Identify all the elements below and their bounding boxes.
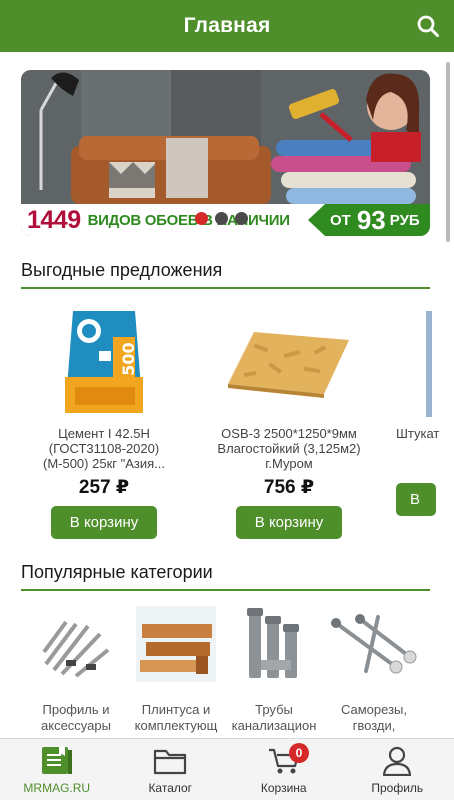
- add-to-cart-button[interactable]: В: [396, 483, 436, 516]
- offers-section-title: Выгодные предложения: [21, 260, 430, 289]
- product-image-plaster: [396, 302, 454, 422]
- bottom-navigation: MRMAG.RU Каталог 0 Корзина Профиль: [0, 738, 454, 800]
- category-name[interactable]: Трубы канализацион: [222, 702, 326, 734]
- carousel-dot-2[interactable]: [215, 212, 228, 225]
- banner-price-tag: ОТ 93 РУБ: [308, 204, 430, 236]
- carousel-dots: [195, 212, 248, 225]
- category-name[interactable]: Плинтуса и комплектующ: [124, 702, 228, 734]
- product-card[interactable]: 500 Цемент I 42.5Н (ГОСТ31108-2020) (М-5…: [29, 302, 179, 539]
- banner-image: [21, 70, 430, 204]
- offers-carousel[interactable]: 500 Цемент I 42.5Н (ГОСТ31108-2020) (М-5…: [0, 302, 454, 542]
- category-name[interactable]: Профиль и аксессуары: [24, 702, 128, 734]
- carousel-dot-1[interactable]: [195, 212, 208, 225]
- nav-label-home: MRMAG.RU: [23, 781, 91, 795]
- svg-text:500: 500: [119, 342, 138, 375]
- category-card[interactable]: Саморезы, гвозди,: [322, 600, 426, 734]
- add-to-cart-button[interactable]: В корзину: [236, 506, 342, 539]
- nav-item-profile[interactable]: Профиль: [341, 739, 454, 800]
- folder-icon: [152, 745, 188, 777]
- categories-section-title: Популярные категории: [21, 562, 430, 591]
- category-image-profiles: [24, 600, 128, 688]
- banner-price-prefix: ОТ: [330, 211, 351, 229]
- category-image-skirting: [124, 600, 228, 688]
- home-book-icon: [39, 745, 75, 777]
- categories-carousel[interactable]: Профиль и аксессуары Плинтуса и комплект…: [0, 600, 454, 738]
- product-card[interactable]: Штукат В: [396, 302, 454, 516]
- nav-item-catalog[interactable]: Каталог: [114, 739, 228, 800]
- nav-item-cart[interactable]: 0 Корзина: [227, 739, 341, 800]
- category-image-screws: [322, 600, 426, 688]
- main-scroll-area[interactable]: 1449 ВИДОВ ОБОЕВ В НАЛИЧИИ ОТ 93 РУБ Выг…: [0, 52, 454, 738]
- banner-count: 1449: [27, 205, 81, 234]
- product-name[interactable]: Штукат: [396, 426, 454, 472]
- banner-text: ВИДОВ ОБОЕВ В НАЛИЧИИ: [87, 211, 290, 229]
- product-image-cement: 500: [29, 302, 179, 422]
- product-name[interactable]: OSB-3 2500*1250*9мм Влагостойкий (3,125м…: [214, 426, 364, 472]
- product-card[interactable]: OSB-3 2500*1250*9мм Влагостойкий (3,125м…: [214, 302, 364, 539]
- product-image-osb: [214, 302, 364, 422]
- scrollbar[interactable]: [446, 62, 450, 242]
- add-to-cart-button[interactable]: В корзину: [51, 506, 157, 539]
- cart-count-badge: 0: [289, 743, 309, 763]
- category-name[interactable]: Саморезы, гвозди,: [322, 702, 426, 734]
- product-price: 257 ₽: [78, 477, 130, 498]
- nav-label-catalog: Каталог: [148, 781, 193, 795]
- category-card[interactable]: Трубы канализацион: [222, 600, 326, 734]
- category-card[interactable]: Профиль и аксессуары: [24, 600, 128, 734]
- banner-price-currency: РУБ: [389, 211, 420, 229]
- carousel-dot-3[interactable]: [235, 212, 248, 225]
- user-icon: [379, 745, 415, 777]
- page-title: Главная: [183, 14, 271, 37]
- promo-banner[interactable]: 1449 ВИДОВ ОБОЕВ В НАЛИЧИИ ОТ 93 РУБ: [21, 70, 430, 236]
- product-price: 756 ₽: [263, 477, 315, 498]
- category-image-pipes: [222, 600, 326, 688]
- category-card[interactable]: Плинтуса и комплектующ: [124, 600, 228, 734]
- product-name[interactable]: Цемент I 42.5Н (ГОСТ31108-2020) (М-500) …: [29, 426, 179, 472]
- nav-item-home[interactable]: MRMAG.RU: [0, 739, 114, 800]
- banner-price-value: 93: [356, 204, 386, 235]
- nav-label-cart: Корзина: [260, 781, 307, 795]
- app-header: Главная: [0, 0, 454, 52]
- search-icon[interactable]: [414, 12, 442, 40]
- nav-label-profile: Профиль: [371, 781, 424, 795]
